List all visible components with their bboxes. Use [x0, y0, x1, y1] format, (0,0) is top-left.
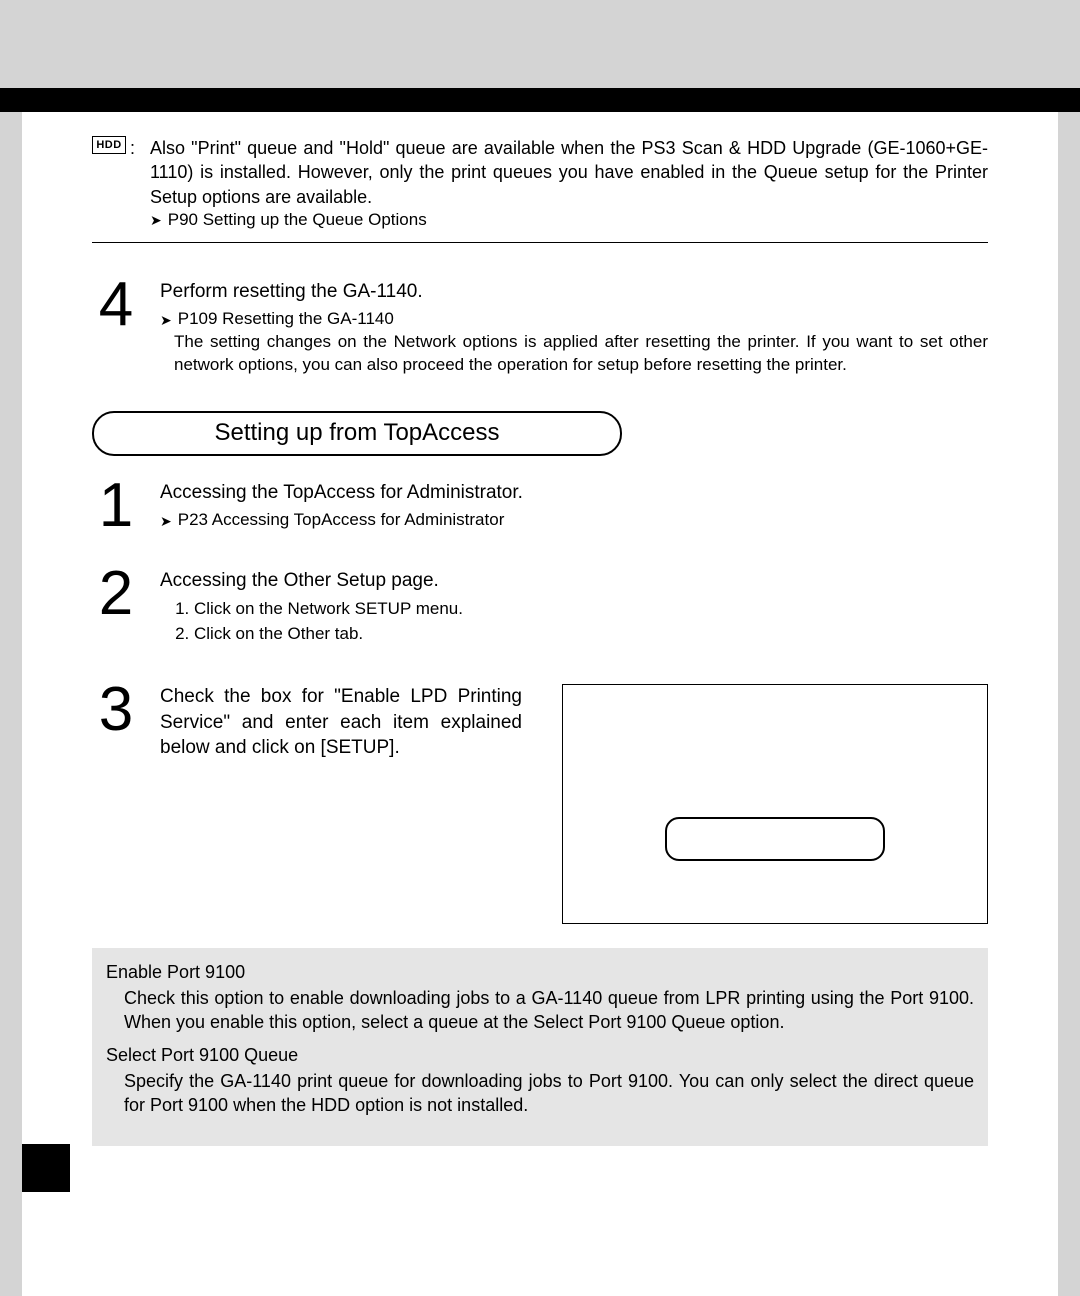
- step-number: 4: [92, 279, 140, 377]
- hdd-ref-text: P90 Setting up the Queue Options: [168, 209, 427, 232]
- step4-ref: ➤ P109 Resetting the GA-1140: [160, 308, 988, 331]
- figure-inner-box: [665, 817, 885, 861]
- ta-step-3: 3 Check the box for "Enable LPD Printing…: [92, 684, 522, 924]
- ta-step-2: 2 Accessing the Other Setup page. Click …: [92, 568, 988, 648]
- hdd-ref: ➤ P90 Setting up the Queue Options: [150, 209, 988, 232]
- document-page: HDD : Also "Print" queue and "Hold" queu…: [22, 112, 1058, 1296]
- ta-step-3-row: 3 Check the box for "Enable LPD Printing…: [92, 684, 988, 924]
- step-4: 4 Perform resetting the GA-1140. ➤ P109 …: [92, 279, 988, 377]
- ta-step1-title: Accessing the TopAccess for Administrato…: [160, 480, 988, 506]
- step4-title: Perform resetting the GA-1140.: [160, 279, 988, 305]
- step-number: 2: [92, 568, 140, 648]
- hdd-note-block: HDD : Also "Print" queue and "Hold" queu…: [92, 136, 988, 243]
- hdd-colon: :: [130, 136, 135, 160]
- hdd-note-text: Also "Print" queue and "Hold" queue are …: [150, 136, 988, 209]
- ta-step1-ref-text: P23 Accessing TopAccess for Administrato…: [178, 509, 505, 532]
- ta-step1-ref: ➤ P23 Accessing TopAccess for Administra…: [160, 509, 988, 532]
- section-heading: Setting up from TopAccess: [92, 411, 622, 455]
- desc-select-text: Specify the GA-1140 print queue for down…: [124, 1069, 974, 1118]
- description-box: Enable Port 9100 Check this option to en…: [92, 948, 988, 1146]
- arrow-right-icon: ➤: [160, 313, 172, 327]
- step-number: 1: [92, 480, 140, 533]
- ta-step3-text: Check the box for "Enable LPD Printing S…: [160, 684, 522, 924]
- step4-note: The setting changes on the Network optio…: [174, 331, 988, 377]
- desc-port9100-label: Enable Port 9100: [106, 960, 974, 984]
- step4-ref-text: P109 Resetting the GA-1140: [178, 308, 394, 331]
- ta-step-1: 1 Accessing the TopAccess for Administra…: [92, 480, 988, 533]
- hdd-icon: HDD: [92, 136, 126, 154]
- header-bar: [0, 88, 1080, 112]
- arrow-right-icon: ➤: [150, 213, 162, 227]
- list-item: Click on the Other tab.: [194, 623, 988, 646]
- ta-step2-title: Accessing the Other Setup page.: [160, 568, 988, 594]
- figure-placeholder: [562, 684, 988, 924]
- arrow-right-icon: ➤: [160, 514, 172, 528]
- page-marker: [22, 1144, 70, 1192]
- desc-port9100-text: Check this option to enable downloading …: [124, 986, 974, 1035]
- hdd-icon-column: HDD :: [92, 136, 138, 232]
- desc-select-label: Select Port 9100 Queue: [106, 1043, 974, 1067]
- ta-step2-list: Click on the Network SETUP menu. Click o…: [194, 598, 988, 646]
- step-number: 3: [92, 684, 140, 924]
- list-item: Click on the Network SETUP menu.: [194, 598, 988, 621]
